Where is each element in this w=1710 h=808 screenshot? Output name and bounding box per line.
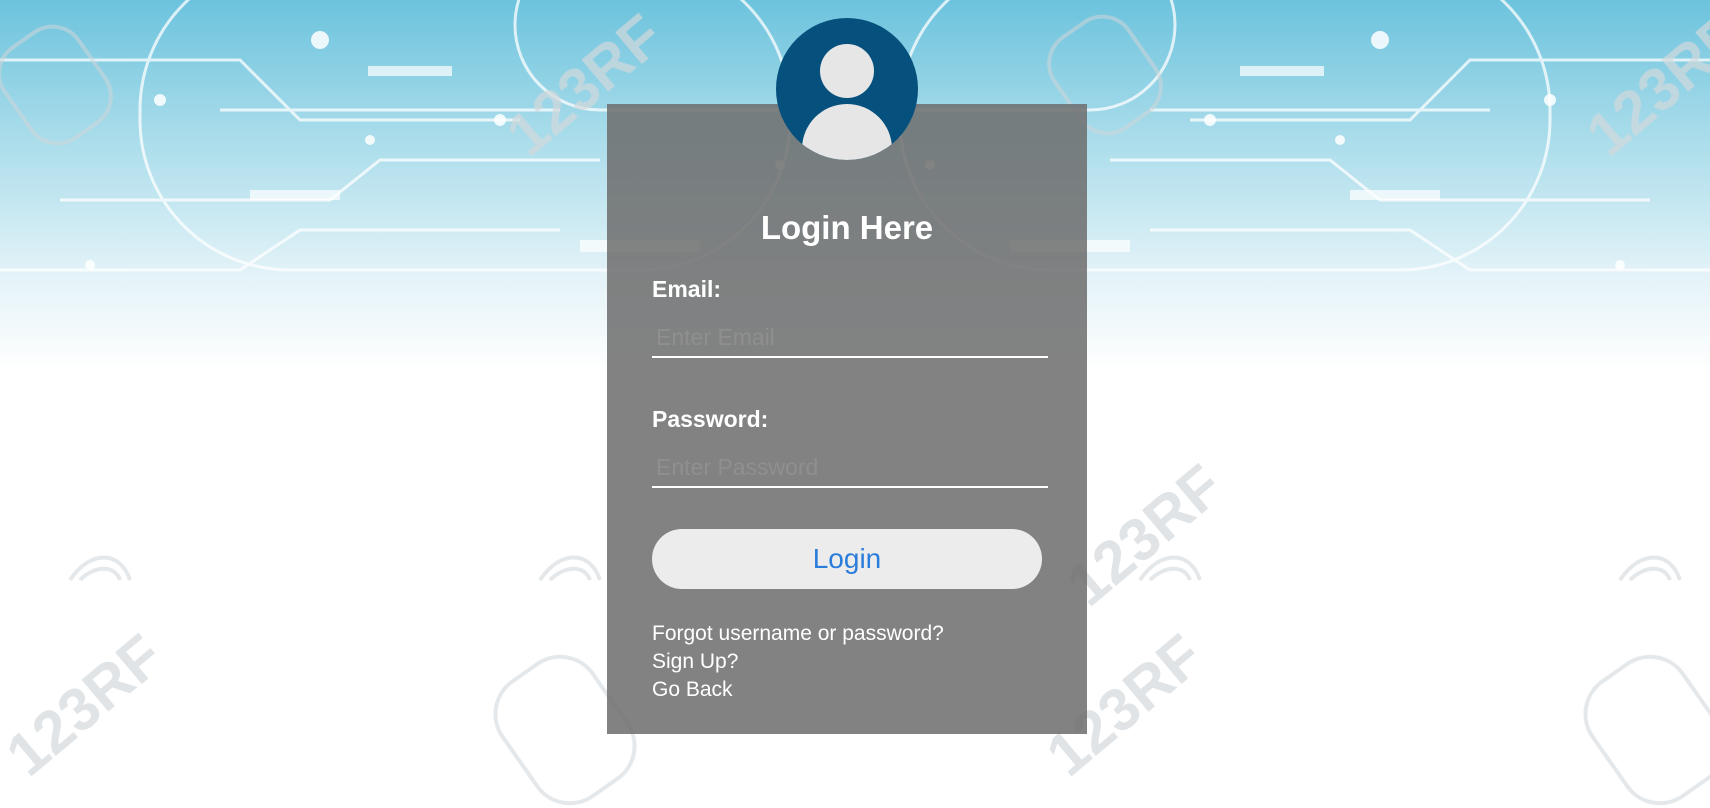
password-label: Password: bbox=[652, 406, 769, 432]
svg-text:123RF: 123RF bbox=[0, 622, 175, 789]
sign-up-link[interactable]: Sign Up? bbox=[652, 648, 944, 676]
email-input[interactable] bbox=[652, 318, 1048, 358]
avatar-body bbox=[802, 104, 892, 160]
forgot-password-link[interactable]: Forgot username or password? bbox=[652, 620, 944, 648]
login-form: Login Here Email: Password: Login Forgot… bbox=[607, 104, 1087, 734]
login-button[interactable]: Login bbox=[652, 529, 1042, 589]
page: 123RF 123RF 123RF 123RF 123RF Login Here… bbox=[0, 0, 1710, 808]
user-avatar-icon bbox=[776, 18, 918, 160]
auth-links: Forgot username or password? Sign Up? Go… bbox=[652, 620, 944, 704]
email-label: Email: bbox=[652, 276, 722, 302]
avatar-head bbox=[820, 44, 874, 98]
login-title: Login Here bbox=[760, 209, 934, 246]
password-input[interactable] bbox=[652, 448, 1048, 488]
go-back-link[interactable]: Go Back bbox=[652, 676, 944, 704]
